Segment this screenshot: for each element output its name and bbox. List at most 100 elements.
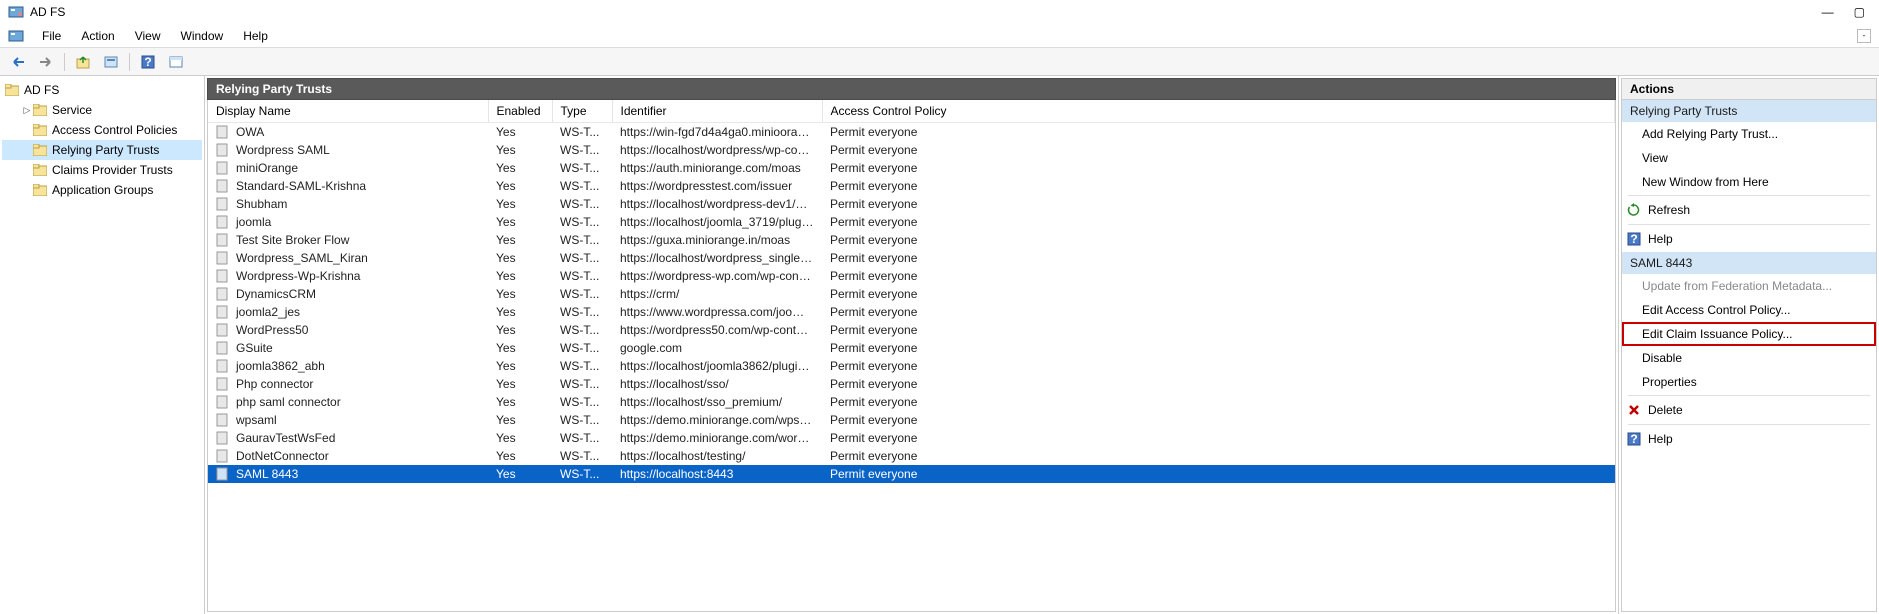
- row-enabled: Yes: [488, 393, 552, 411]
- document-icon: [216, 287, 230, 301]
- document-icon: [216, 251, 230, 265]
- properties-button[interactable]: [99, 51, 123, 73]
- row-identifier: https://crm/: [612, 285, 822, 303]
- table-row[interactable]: Wordpress_SAML_KiranYesWS-T...https://lo…: [208, 249, 1615, 267]
- row-identifier: https://demo.miniorange.com/wordpr...: [612, 429, 822, 447]
- row-type: WS-T...: [552, 447, 612, 465]
- row-enabled: Yes: [488, 339, 552, 357]
- table-row[interactable]: Php connectorYesWS-T...https://localhost…: [208, 375, 1615, 393]
- row-acp: Permit everyone: [822, 195, 1615, 213]
- action-item[interactable]: Disable: [1622, 346, 1876, 370]
- document-icon: [216, 305, 230, 319]
- action-item[interactable]: View: [1622, 146, 1876, 170]
- row-identifier: https://localhost/testing/: [612, 447, 822, 465]
- new-window-button[interactable]: [164, 51, 188, 73]
- table-row[interactable]: joomlaYesWS-T...https://localhost/joomla…: [208, 213, 1615, 231]
- chevron-right-icon[interactable]: ▷: [22, 105, 32, 116]
- table-row[interactable]: GSuiteYesWS-T...google.comPermit everyon…: [208, 339, 1615, 357]
- action-item[interactable]: ?Help: [1622, 426, 1876, 452]
- table-row[interactable]: OWAYesWS-T...https://win-fgd7d4a4ga0.min…: [208, 123, 1615, 141]
- document-icon: [216, 467, 230, 481]
- column-header[interactable]: Type: [552, 100, 612, 123]
- action-item[interactable]: New Window from Here: [1622, 170, 1876, 194]
- back-button[interactable]: [6, 51, 30, 73]
- column-header[interactable]: Display Name: [208, 100, 488, 123]
- table-row[interactable]: Wordpress-Wp-KrishnaYesWS-T...https://wo…: [208, 267, 1615, 285]
- action-item[interactable]: Edit Access Control Policy...: [1622, 298, 1876, 322]
- row-enabled: Yes: [488, 357, 552, 375]
- table-row[interactable]: DotNetConnectorYesWS-T...https://localho…: [208, 447, 1615, 465]
- column-header[interactable]: Access Control Policy: [822, 100, 1615, 123]
- help-button[interactable]: ?: [136, 51, 160, 73]
- menu-action[interactable]: Action: [73, 27, 122, 45]
- tree-item[interactable]: Relying Party Trusts: [2, 140, 202, 160]
- document-icon: [216, 125, 230, 139]
- row-type: WS-T...: [552, 285, 612, 303]
- row-type: WS-T...: [552, 213, 612, 231]
- help-icon: ?: [1626, 231, 1642, 247]
- action-item-label: Delete: [1648, 403, 1683, 417]
- action-item[interactable]: ?Help: [1622, 226, 1876, 252]
- table-row[interactable]: SAML 8443YesWS-T...https://localhost:844…: [208, 465, 1615, 483]
- table-row[interactable]: miniOrangeYesWS-T...https://auth.miniora…: [208, 159, 1615, 177]
- tree-item[interactable]: Access Control Policies: [2, 120, 202, 140]
- tree-item[interactable]: Application Groups: [2, 180, 202, 200]
- up-button[interactable]: [71, 51, 95, 73]
- row-acp: Permit everyone: [822, 447, 1615, 465]
- action-item-label: New Window from Here: [1642, 175, 1769, 189]
- tree-root[interactable]: AD FS: [2, 80, 202, 100]
- minimize-button[interactable]: —: [1822, 5, 1834, 19]
- action-separator: [1628, 424, 1870, 425]
- action-item[interactable]: Refresh: [1622, 197, 1876, 223]
- table-row[interactable]: WordPress50YesWS-T...https://wordpress50…: [208, 321, 1615, 339]
- center-title: Relying Party Trusts: [207, 78, 1616, 100]
- row-type: WS-T...: [552, 465, 612, 483]
- toolbar-separator: [64, 53, 65, 71]
- action-item[interactable]: Edit Claim Issuance Policy...: [1622, 322, 1876, 346]
- row-enabled: Yes: [488, 231, 552, 249]
- row-type: WS-T...: [552, 375, 612, 393]
- maximize-button[interactable]: ▢: [1854, 5, 1865, 19]
- row-acp: Permit everyone: [822, 339, 1615, 357]
- menu-help[interactable]: Help: [235, 27, 276, 45]
- table-row[interactable]: GauravTestWsFedYesWS-T...https://demo.mi…: [208, 429, 1615, 447]
- table-row[interactable]: Standard-SAML-KrishnaYesWS-T...https://w…: [208, 177, 1615, 195]
- action-item[interactable]: Add Relying Party Trust...: [1622, 122, 1876, 146]
- row-acp: Permit everyone: [822, 375, 1615, 393]
- row-type: WS-T...: [552, 195, 612, 213]
- action-item[interactable]: Delete: [1622, 397, 1876, 423]
- row-type: WS-T...: [552, 141, 612, 159]
- column-header[interactable]: Enabled: [488, 100, 552, 123]
- action-item-label: Properties: [1642, 375, 1697, 389]
- row-identifier: https://localhost/sso_premium/: [612, 393, 822, 411]
- row-identifier: https://auth.miniorange.com/moas: [612, 159, 822, 177]
- table-row[interactable]: DynamicsCRMYesWS-T...https://crm/Permit …: [208, 285, 1615, 303]
- menu-window[interactable]: Window: [173, 27, 232, 45]
- menu-view[interactable]: View: [127, 27, 169, 45]
- action-item-label: Edit Access Control Policy...: [1642, 303, 1791, 317]
- row-enabled: Yes: [488, 249, 552, 267]
- table-row[interactable]: wpsamlYesWS-T...https://demo.miniorange.…: [208, 411, 1615, 429]
- tree-item[interactable]: ▷Service: [2, 100, 202, 120]
- action-item[interactable]: Properties: [1622, 370, 1876, 394]
- column-header[interactable]: Identifier: [612, 100, 822, 123]
- table-row[interactable]: joomla2_jesYesWS-T...https://www.wordpre…: [208, 303, 1615, 321]
- action-separator: [1628, 395, 1870, 396]
- forward-button[interactable]: [34, 51, 58, 73]
- menu-overflow[interactable]: -: [1857, 29, 1871, 43]
- row-enabled: Yes: [488, 411, 552, 429]
- row-display-name: GauravTestWsFed: [236, 431, 335, 445]
- row-display-name: GSuite: [236, 341, 273, 355]
- table-row[interactable]: Test Site Broker FlowYesWS-T...https://g…: [208, 231, 1615, 249]
- row-type: WS-T...: [552, 231, 612, 249]
- tree-pane: AD FS ▷ServiceAccess Control PoliciesRel…: [0, 76, 205, 614]
- table-scroll[interactable]: Display NameEnabledTypeIdentifierAccess …: [208, 100, 1615, 611]
- table-row[interactable]: Wordpress SAMLYesWS-T...https://localhos…: [208, 141, 1615, 159]
- row-identifier: https://localhost/joomla_3719/plugin...: [612, 213, 822, 231]
- menu-file[interactable]: File: [34, 27, 69, 45]
- tree-item[interactable]: Claims Provider Trusts: [2, 160, 202, 180]
- row-display-name: OWA: [236, 125, 264, 139]
- table-row[interactable]: joomla3862_abhYesWS-T...https://localhos…: [208, 357, 1615, 375]
- table-row[interactable]: php saml connectorYesWS-T...https://loca…: [208, 393, 1615, 411]
- table-row[interactable]: ShubhamYesWS-T...https://localhost/wordp…: [208, 195, 1615, 213]
